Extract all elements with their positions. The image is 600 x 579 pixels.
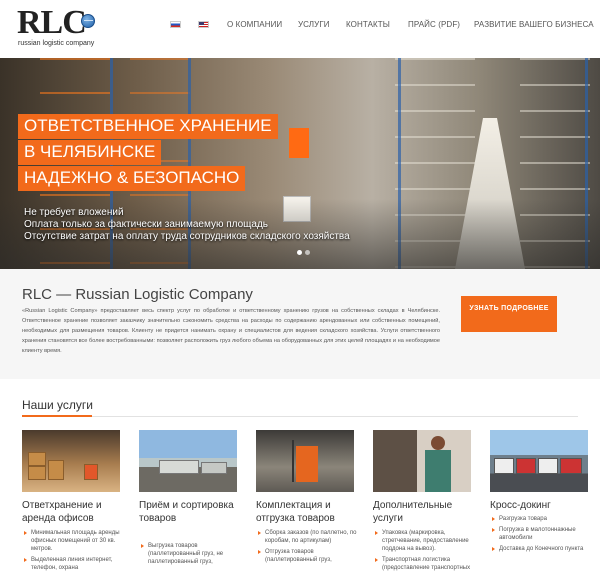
hero-title-line: НАДЕЖНО & БЕЗОПАСНО [18, 166, 246, 191]
service-item: Погрузка в малотоннажные автомобили [490, 526, 600, 542]
logo-text: RLC [17, 4, 87, 41]
hero-title-line: В ЧЕЛЯБИНСКЕ [18, 140, 162, 165]
nav-services[interactable]: УСЛУГИ [298, 20, 330, 29]
service-item: Доставка до Конечного пункта [490, 545, 600, 553]
service-item: Транспортная логистика (предоставление т… [373, 556, 483, 572]
box-shape [48, 460, 64, 480]
person-body [425, 450, 451, 492]
service-title[interactable]: Приём и сортировка товаров [139, 499, 249, 525]
person-head [431, 436, 445, 450]
service-title[interactable]: Кросс-докинг [490, 499, 600, 512]
storage-photo[interactable] [22, 430, 120, 492]
service-item: Упаковка (маркировка, стретчевание, пред… [373, 529, 483, 553]
heading-underline [22, 415, 92, 417]
ru-flag-icon[interactable] [170, 21, 181, 28]
worker-photo[interactable] [373, 430, 471, 492]
hero-bullet: Отсутствие затрат на оплату труда сотруд… [24, 231, 350, 242]
truck-shape [494, 458, 514, 474]
service-item: Минимальная площадь аренды офисных помещ… [22, 529, 132, 553]
box-shape [28, 466, 46, 480]
service-items: Разгрузка товара Погрузка в малотоннажны… [490, 515, 600, 556]
service-item: Отгрузка товаров (паллетированный груз, [256, 548, 366, 564]
nav-business-growth[interactable]: РАЗВИТИЕ ВАШЕГО БИЗНЕСА [474, 20, 594, 29]
forklift-mast [292, 440, 294, 482]
service-items: Выгрузка товаров (паллетированный груз, … [139, 542, 249, 569]
service-items: Сборка заказов (по паллетно, по коробам,… [256, 529, 366, 567]
truck-shape [159, 460, 199, 474]
logo[interactable]: RLC russian logistic company [17, 6, 99, 52]
service-title[interactable]: Ответхранение и аренда офисов [22, 499, 132, 525]
service-item: Сборка заказов (по паллетно, по коробам,… [256, 529, 366, 545]
hero-bullet: Оплата только за фактически занимаемую п… [24, 219, 269, 230]
forklift-shape [296, 446, 318, 482]
truck-shape [538, 458, 558, 474]
forklift-photo[interactable] [256, 430, 354, 492]
about-title: RLC — Russian Logistic Company [22, 286, 253, 303]
slider-dot-active[interactable] [297, 250, 302, 255]
service-title[interactable]: Комплектация и отгрузка товаров [256, 499, 366, 525]
truck-fleet-photo[interactable] [490, 430, 588, 492]
box-shape [28, 452, 46, 466]
slider-dot[interactable] [305, 250, 310, 255]
services-heading: Наши услуги [22, 398, 93, 412]
orange-sign [289, 128, 309, 158]
truck-shape [560, 458, 582, 474]
service-item: Разгрузка товара [490, 515, 600, 523]
hero-bullet: Не требует вложений [24, 207, 124, 218]
forklift-shape [84, 464, 98, 480]
truck-shape [201, 462, 227, 474]
globe-icon [81, 14, 95, 28]
service-title[interactable]: Дополнительные услуги [373, 499, 483, 525]
learn-more-button[interactable]: УЗНАТЬ ПОДРОБНЕЕ [461, 296, 557, 332]
about-text: «Russian Logistic Company» предоставляет… [22, 308, 440, 354]
trucks-photo[interactable] [139, 430, 237, 492]
service-item: Выделенная линия интернет, телефон, охра… [22, 556, 132, 572]
service-item: Выгрузка товаров (паллетированный груз, … [139, 542, 249, 566]
nav-price[interactable]: ПРАЙС (PDF) [408, 20, 460, 29]
nav-about[interactable]: О КОМПАНИИ [227, 20, 282, 29]
site-header: RLC russian logistic company О КОМПАНИИ … [0, 0, 600, 57]
service-items: Минимальная площадь аренды офисных помещ… [22, 529, 132, 575]
truck-shape [516, 458, 536, 474]
us-flag-icon[interactable] [198, 21, 209, 28]
logo-tagline: russian logistic company [18, 40, 95, 47]
hero-title-line: ОТВЕТСТВЕННОЕ ХРАНЕНИЕ [18, 114, 278, 139]
services-divider [22, 416, 578, 417]
nav-contacts[interactable]: КОНТАКТЫ [346, 20, 390, 29]
service-items: Упаковка (маркировка, стретчевание, пред… [373, 529, 483, 575]
